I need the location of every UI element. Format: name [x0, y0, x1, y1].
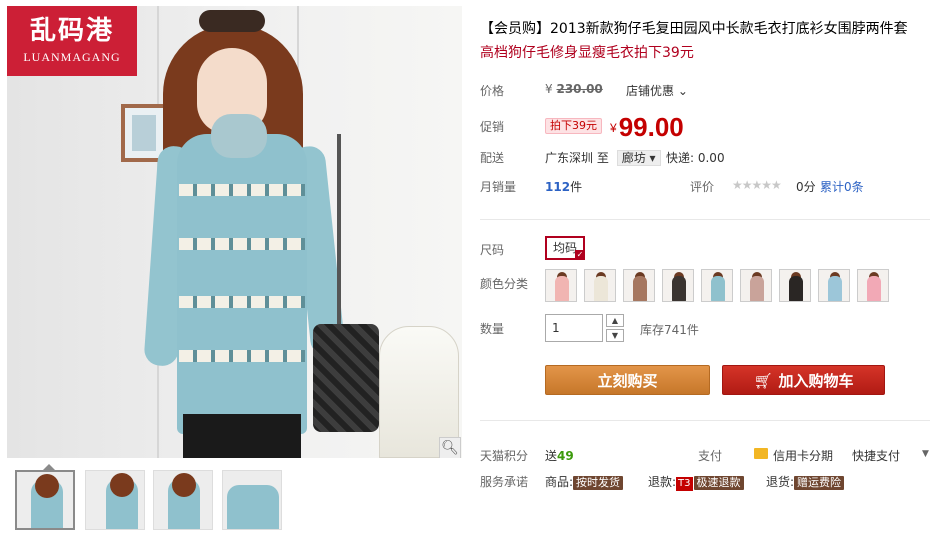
monthly-sales-label: 月销量	[480, 180, 517, 194]
chevron-down-icon: ⌄	[674, 84, 688, 98]
original-price: ¥ 230.00	[545, 82, 603, 96]
express-fee: 快递: 0.00	[666, 151, 725, 165]
quick-pay-dropdown[interactable]: 快捷支付	[852, 447, 900, 464]
model-figure	[137, 6, 379, 458]
brand-logo: 乱码港 LUANMAGANG	[7, 6, 137, 76]
color-swatch[interactable]	[818, 269, 850, 302]
color-swatch[interactable]	[740, 269, 772, 302]
points-label: 天猫积分	[480, 449, 529, 463]
color-swatch[interactable]	[779, 269, 811, 302]
color-swatch[interactable]	[857, 269, 889, 302]
main-product-image[interactable]: 乱码港 LUANMAGANG 🔍︎	[7, 6, 462, 458]
product-gallery: 乱码港 LUANMAGANG 🔍︎	[7, 6, 462, 538]
rating-label: 评价	[690, 180, 715, 194]
thumbnail-4[interactable]	[222, 470, 282, 530]
swatch-garment	[555, 276, 569, 301]
fast-refund-badge: 极速退款	[693, 476, 744, 490]
size-option-selected[interactable]: 均码 ✓	[545, 236, 585, 260]
rating-stars-icon: ★★★★★	[732, 178, 782, 192]
thumbnail-3[interactable]	[153, 470, 213, 530]
product-title: 【会员购】2013新款狗仔毛复田园风中长款毛衣打底衫女围脖两件套	[480, 21, 908, 37]
credit-card-icon	[754, 448, 768, 459]
service-refund: 退款: T3 极速退款	[648, 473, 744, 491]
swatch-garment	[672, 276, 686, 301]
points-value: 送49	[545, 449, 574, 463]
divider	[480, 219, 930, 220]
size-label: 尺码	[480, 243, 505, 257]
color-label: 颜色分类	[480, 277, 529, 291]
thumbnail-2[interactable]	[85, 470, 145, 530]
shipping-insurance-badge: 赠运费险	[794, 476, 845, 490]
shop-discount-dropdown[interactable]: 店铺优惠 ⌄	[626, 82, 688, 99]
product-page: 乱码港 LUANMAGANG 🔍︎ 【会员购】2013新款狗仔毛复田园风中长款毛…	[0, 0, 930, 538]
service-goods: 商品: 按时发货	[545, 473, 624, 490]
color-swatch[interactable]	[662, 269, 694, 302]
cart-icon: 🛒︎	[753, 372, 773, 390]
swatch-garment	[711, 276, 725, 301]
divider	[480, 420, 930, 421]
swatch-garment	[594, 276, 608, 301]
thumbnail-1[interactable]	[15, 470, 75, 530]
quantity-decrease-icon[interactable]: ▼	[606, 329, 624, 342]
promo-price: ¥99.00	[610, 112, 684, 142]
payment-label: 支付	[698, 449, 723, 463]
promo-label: 促销	[480, 120, 505, 134]
color-swatch[interactable]	[701, 269, 733, 302]
shipping-label: 配送	[480, 151, 505, 165]
check-icon: ✓	[575, 250, 585, 260]
promo-badge: 拍下39元	[545, 118, 602, 134]
quantity-input[interactable]: 1	[545, 314, 603, 342]
handbag	[313, 324, 379, 432]
destination-select[interactable]: 廊坊 ▾	[616, 150, 661, 166]
reviews-link[interactable]: 累计0条	[820, 178, 864, 195]
zoom-icon[interactable]: 🔍︎	[439, 437, 461, 458]
color-swatch[interactable]	[545, 269, 577, 302]
color-swatch[interactable]	[623, 269, 655, 302]
shipping-route: 广东深圳 至 廊坊 ▾	[545, 149, 661, 166]
service-label: 服务承诺	[480, 475, 529, 489]
swatch-garment	[789, 276, 803, 301]
swatch-garment	[867, 276, 881, 301]
swatch-garment	[828, 276, 842, 301]
quantity-increase-icon[interactable]: ▲	[606, 314, 624, 327]
credit-card-installment-link[interactable]: 信用卡分期	[773, 447, 833, 464]
stock-count: 库存741件	[640, 323, 699, 337]
quantity-label: 数量	[480, 322, 505, 336]
add-to-cart-button[interactable]: 🛒︎ 加入购物车	[722, 365, 885, 395]
buy-now-button[interactable]: 立刻购买	[545, 365, 710, 395]
t3-badge: T3	[676, 477, 693, 491]
color-swatch[interactable]	[584, 269, 616, 302]
chevron-down-icon[interactable]: ▼	[922, 449, 929, 459]
monthly-sales: 112件	[545, 180, 583, 194]
chevron-down-icon: ▾	[649, 151, 656, 165]
price-label: 价格	[480, 84, 505, 98]
on-time-delivery-badge: 按时发货	[573, 476, 624, 490]
rating-score: 0分	[796, 180, 816, 194]
service-return: 退货: 赠运费险	[766, 473, 845, 490]
swatch-garment	[750, 276, 764, 301]
product-subtitle: 高档狗仔毛修身显瘦毛衣拍下39元	[480, 45, 694, 61]
swatch-garment	[633, 276, 647, 301]
